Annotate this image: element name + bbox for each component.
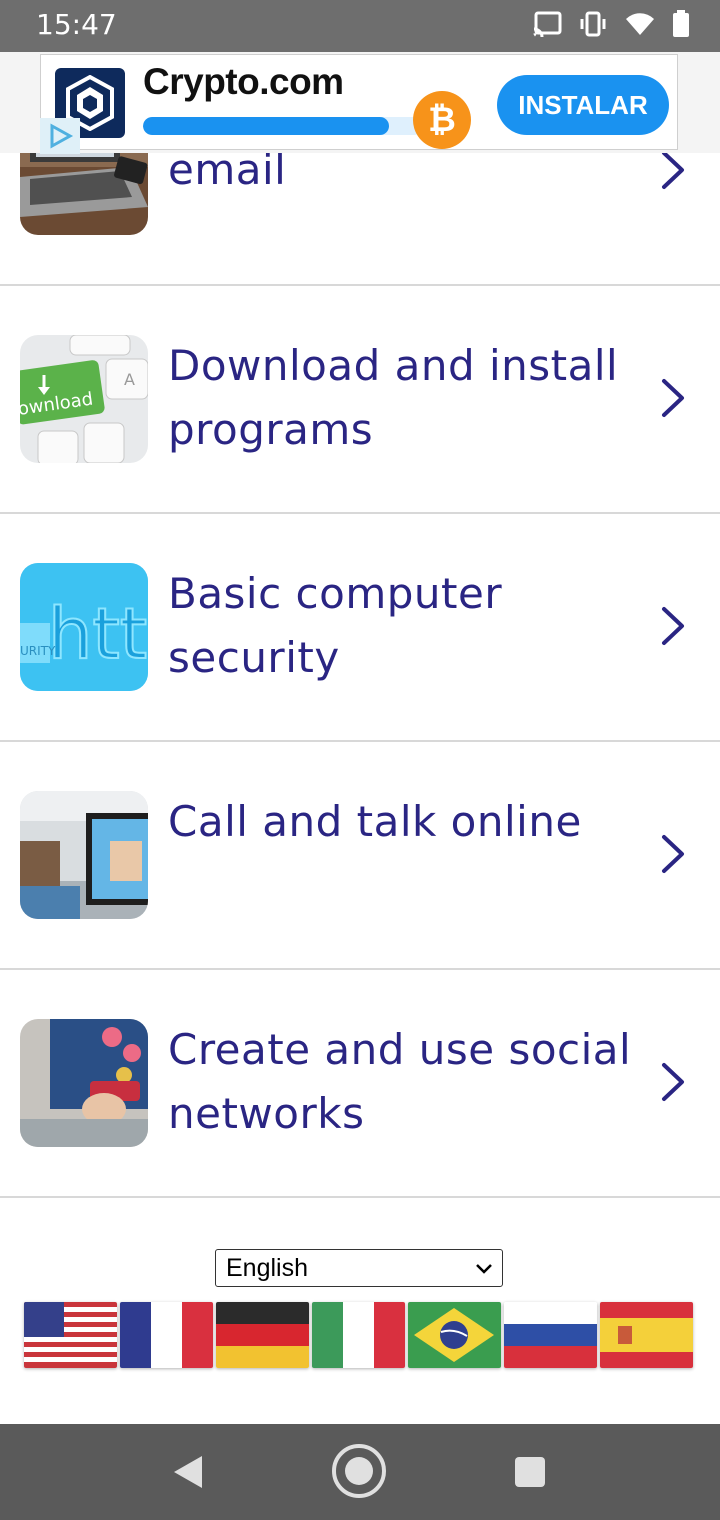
lesson-thumbnail-security: http URITY	[20, 563, 148, 691]
lesson-label-call: Call and talk online	[168, 797, 582, 846]
chevron-right-icon	[662, 607, 684, 645]
cast-icon	[533, 11, 562, 37]
navigation-bar	[0, 1424, 720, 1520]
battery-icon	[673, 10, 689, 37]
wifi-icon	[626, 13, 654, 35]
lesson-thumbnail-download: A ownload	[20, 335, 148, 463]
lesson-item-security[interactable]: http URITY Basic computer security	[0, 514, 720, 742]
svg-text:A: A	[124, 370, 135, 389]
lesson-label-social: Create and use social networks	[168, 1025, 632, 1138]
adchoices-icon[interactable]	[40, 118, 80, 154]
home-button[interactable]	[330, 1442, 388, 1500]
lesson-thumbnail-social	[20, 1019, 148, 1147]
install-button[interactable]: INSTALAR	[497, 75, 669, 135]
chevron-down-icon	[476, 1264, 492, 1274]
chevron-right-icon	[662, 835, 684, 873]
flag-germany[interactable]	[216, 1302, 309, 1368]
lesson-item-download[interactable]: A ownload Download and install programs	[0, 286, 720, 514]
language-selected: English	[226, 1254, 308, 1282]
chevron-right-icon	[662, 379, 684, 417]
flag-spain[interactable]	[600, 1302, 693, 1368]
lesson-item-call[interactable]: Call and talk online	[0, 742, 720, 970]
lesson-thumbnail-call	[20, 791, 148, 919]
lesson-label-security: Basic computer security	[168, 569, 503, 682]
flag-russia[interactable]	[504, 1302, 597, 1368]
ad-progress-bar	[143, 117, 423, 135]
status-time: 15:47	[36, 8, 117, 41]
language-select[interactable]: English	[215, 1249, 503, 1287]
lesson-label-download: Download and install programs	[168, 341, 619, 454]
flag-usa[interactable]	[24, 1302, 117, 1368]
ad-banner[interactable]: Crypto.com ₿ INSTALAR	[40, 54, 678, 150]
svg-text:URITY: URITY	[20, 644, 56, 658]
status-bar: 15:47	[0, 0, 720, 52]
lesson-item-social[interactable]: Create and use social networks	[0, 970, 720, 1198]
flag-italy[interactable]	[312, 1302, 405, 1368]
bitcoin-icon: ₿	[413, 91, 471, 149]
flag-france[interactable]	[120, 1302, 213, 1368]
chevron-right-icon	[662, 1063, 684, 1101]
vibrate-icon	[580, 11, 606, 37]
ad-title: Crypto.com	[143, 61, 344, 102]
ad-banner-area: Crypto.com ₿ INSTALAR	[0, 52, 720, 154]
back-button[interactable]	[172, 1454, 204, 1490]
svg-text:http: http	[48, 593, 148, 675]
language-flags	[24, 1302, 693, 1368]
flag-brazil[interactable]	[408, 1302, 501, 1368]
recents-button[interactable]	[514, 1456, 546, 1488]
chevron-right-icon	[662, 151, 684, 189]
